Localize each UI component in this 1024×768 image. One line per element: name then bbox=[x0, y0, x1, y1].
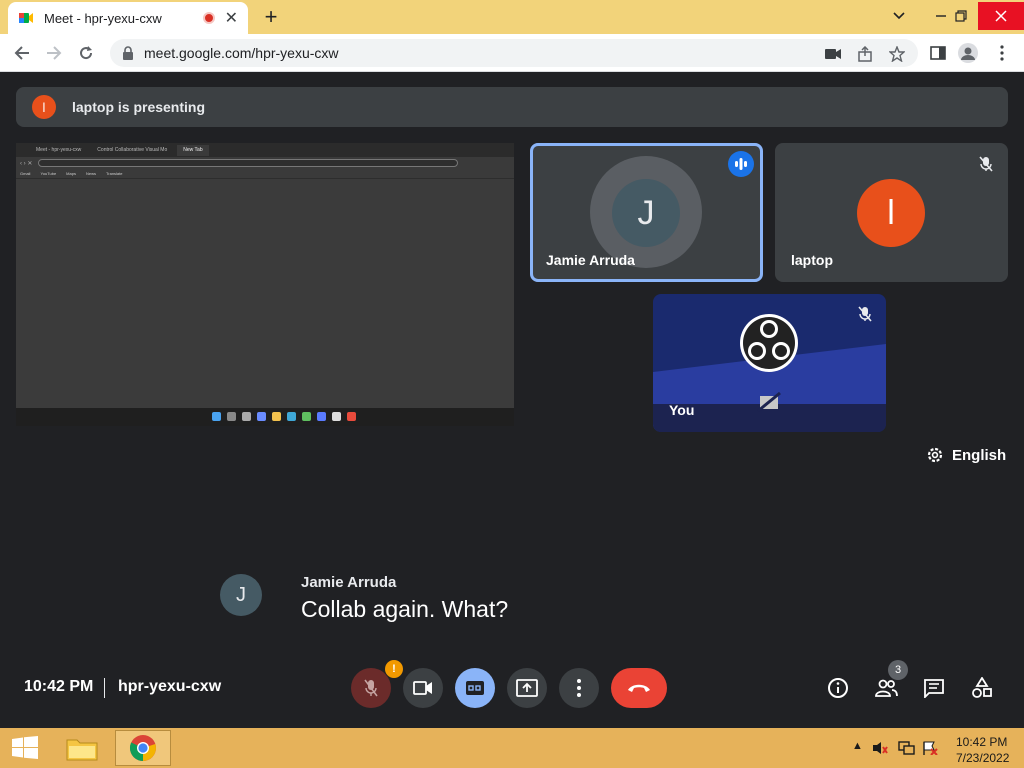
participant-name: Jamie Arruda bbox=[546, 252, 635, 268]
lock-icon bbox=[123, 46, 133, 60]
meeting-time: 10:42 PM bbox=[24, 678, 94, 695]
mic-warning-badge: ! bbox=[385, 660, 403, 678]
mic-off-icon bbox=[364, 679, 378, 697]
shared-page-content bbox=[16, 179, 514, 408]
camera-off-icon bbox=[757, 392, 781, 412]
shared-nav-icon: ‹ › ✕ bbox=[20, 160, 33, 167]
caption-text: Collab again. What? bbox=[301, 596, 509, 622]
meeting-code: hpr-yexu-cxw bbox=[118, 678, 222, 695]
restore-icon[interactable] bbox=[944, 2, 978, 30]
gear-icon bbox=[927, 447, 943, 463]
volume-muted-icon[interactable] bbox=[872, 741, 888, 755]
shared-screen[interactable]: Meet - hpr-yexu-cxw Control Collaborativ… bbox=[16, 143, 514, 426]
more-options-button[interactable] bbox=[559, 668, 599, 708]
shared-tab: Control Collaborative Visual Mo bbox=[97, 147, 168, 153]
address-bar[interactable]: meet.google.com/hpr-yexu-cxw bbox=[110, 39, 918, 67]
url-text: meet.google.com/hpr-yexu-cxw bbox=[144, 45, 339, 61]
shared-bookmark: YouTube bbox=[40, 171, 57, 176]
participant-tile-you[interactable]: You bbox=[653, 294, 886, 432]
shared-taskbar bbox=[16, 408, 514, 426]
shared-tab: New Tab bbox=[177, 144, 209, 156]
mic-off-icon bbox=[852, 301, 878, 327]
speaking-audio-icon bbox=[728, 151, 754, 177]
info-icon bbox=[828, 678, 848, 698]
chat-button[interactable] bbox=[922, 676, 946, 700]
shared-bookmark: News bbox=[85, 171, 96, 176]
presenting-text: laptop is presenting bbox=[72, 99, 206, 115]
shared-bookmark: Maps bbox=[66, 171, 76, 176]
new-tab-button[interactable]: + bbox=[260, 4, 282, 30]
system-clock-time[interactable]: 10:42 PM bbox=[956, 735, 1007, 749]
system-clock-date[interactable]: 7/23/2022 bbox=[956, 751, 1009, 765]
language-label: English bbox=[952, 446, 1007, 464]
people-button[interactable]: 3 bbox=[874, 660, 908, 700]
caption-speaker: Jamie Arruda bbox=[301, 574, 397, 591]
shared-address-bar bbox=[38, 159, 459, 167]
activities-shapes-icon bbox=[972, 677, 992, 698]
back-arrow-icon[interactable] bbox=[10, 41, 34, 65]
participant-name: You bbox=[669, 402, 695, 418]
activities-button[interactable] bbox=[970, 676, 994, 700]
participant-count-badge: 3 bbox=[888, 660, 908, 680]
window-close-icon[interactable] bbox=[978, 2, 1024, 30]
tab-title: Meet - hpr-yexu-cxw bbox=[44, 10, 162, 26]
meeting-details-button[interactable] bbox=[826, 676, 850, 700]
closed-captions-icon bbox=[466, 681, 484, 695]
reload-icon[interactable] bbox=[74, 41, 98, 65]
browser-tab-meet[interactable]: Meet - hpr-yexu-cxw ✕ bbox=[8, 2, 248, 34]
shared-screen-toolbar: ‹ › ✕ bbox=[16, 157, 514, 169]
profile-avatar-icon[interactable] bbox=[958, 43, 978, 63]
tab-close-icon[interactable]: ✕ bbox=[225, 8, 238, 28]
obs-avatar-icon bbox=[740, 314, 798, 372]
recording-indicator-icon bbox=[202, 12, 215, 24]
participant-name: laptop bbox=[791, 252, 833, 268]
chrome-icon bbox=[129, 735, 156, 761]
browser-menu-icon[interactable] bbox=[992, 43, 1012, 63]
participant-tile-laptop[interactable]: l laptop bbox=[775, 143, 1008, 282]
captions-toggle-button[interactable] bbox=[455, 668, 495, 708]
chrome-taskbar-button[interactable] bbox=[115, 730, 171, 766]
camera-in-use-icon[interactable] bbox=[824, 45, 842, 63]
people-icon bbox=[875, 679, 898, 697]
chat-icon bbox=[924, 679, 944, 698]
camera-toggle-button[interactable] bbox=[403, 668, 443, 708]
presenter-avatar: l bbox=[32, 95, 56, 119]
forward-arrow-icon[interactable] bbox=[42, 41, 66, 65]
avatar: J bbox=[612, 179, 680, 247]
share-icon[interactable] bbox=[856, 45, 874, 63]
windows-taskbar: ▲ 10:42 PM 7/23/2022 bbox=[0, 728, 1024, 768]
windows-start-icon[interactable] bbox=[12, 736, 38, 760]
microphone-toggle-button[interactable]: ! bbox=[351, 660, 403, 708]
mic-off-icon bbox=[973, 151, 999, 177]
folder-icon bbox=[66, 739, 98, 761]
shared-bookmark: Translate bbox=[105, 171, 123, 176]
footer-divider bbox=[104, 678, 105, 698]
caption-language-button[interactable]: English bbox=[926, 446, 1006, 464]
shared-taskbar-icons bbox=[212, 412, 356, 421]
shared-screen-tabstrip: Meet - hpr-yexu-cxw Control Collaborativ… bbox=[16, 143, 514, 157]
file-explorer-taskbar-button[interactable] bbox=[54, 730, 110, 766]
present-screen-button[interactable] bbox=[507, 668, 547, 708]
more-vert-icon bbox=[577, 679, 581, 697]
presenting-banner: l laptop is presenting bbox=[16, 87, 1008, 127]
avatar: l bbox=[857, 179, 925, 247]
shared-bookmarks-bar: Gmail YouTube Maps News Translate bbox=[16, 169, 514, 179]
leave-call-button[interactable] bbox=[611, 668, 667, 708]
shared-bookmark: Gmail bbox=[20, 171, 31, 176]
bookmark-star-icon[interactable] bbox=[888, 45, 906, 63]
browser-toolbar: meet.google.com/hpr-yexu-cxw bbox=[0, 34, 1024, 72]
shared-tab: Meet - hpr-yexu-cxw bbox=[36, 147, 82, 153]
side-panel-icon[interactable] bbox=[928, 43, 948, 63]
network-icon[interactable] bbox=[898, 741, 916, 755]
video-camera-icon bbox=[413, 681, 432, 695]
participant-tile-jamie[interactable]: J Jamie Arruda bbox=[530, 143, 763, 282]
hang-up-icon bbox=[628, 684, 650, 692]
present-screen-icon bbox=[516, 679, 538, 697]
tab-search-chevron-icon[interactable] bbox=[882, 2, 916, 30]
google-meet-icon bbox=[19, 13, 33, 23]
action-center-flag-icon[interactable] bbox=[922, 741, 938, 755]
caption-avatar: J bbox=[220, 574, 262, 616]
browser-tab-strip: Meet - hpr-yexu-cxw ✕ + bbox=[0, 0, 1024, 34]
show-hidden-icons-icon[interactable]: ▲ bbox=[852, 740, 863, 752]
